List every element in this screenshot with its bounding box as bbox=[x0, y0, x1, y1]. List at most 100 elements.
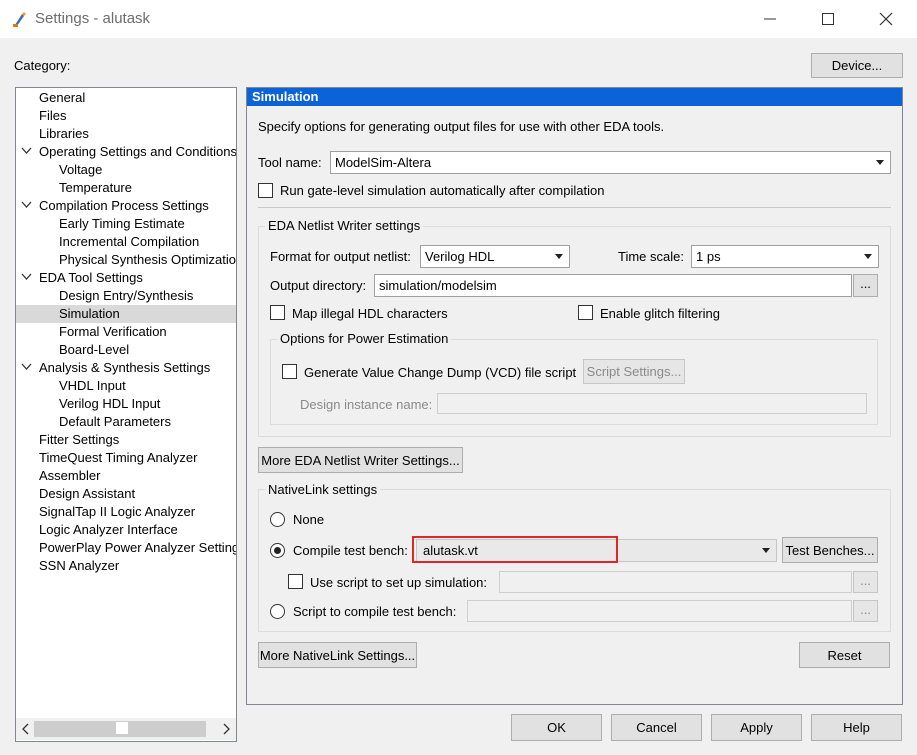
format-select[interactable]: Verilog HDL bbox=[420, 245, 570, 268]
tree-item[interactable]: Files bbox=[16, 107, 236, 125]
tree-item-label: Logic Analyzer Interface bbox=[39, 522, 178, 537]
tree-item-label: SSN Analyzer bbox=[39, 558, 120, 573]
tree-item[interactable]: Voltage bbox=[16, 161, 236, 179]
chevron-down-icon[interactable] bbox=[21, 147, 32, 155]
more-netlist-settings-button[interactable]: More EDA Netlist Writer Settings... bbox=[258, 447, 463, 473]
tree-item[interactable]: Design Assistant bbox=[16, 485, 236, 503]
script-settings-button[interactable]: Script Settings... bbox=[583, 359, 685, 384]
power-group-title: Options for Power Estimation bbox=[277, 331, 452, 346]
map-illegal-checkbox[interactable] bbox=[270, 305, 285, 320]
output-dir-input[interactable]: simulation/modelsim bbox=[374, 274, 852, 297]
chevron-down-icon[interactable] bbox=[21, 273, 32, 281]
output-dir-label: Output directory: bbox=[270, 278, 367, 293]
tree-item[interactable]: TimeQuest Timing Analyzer bbox=[16, 449, 236, 467]
tree-item-label: General bbox=[39, 90, 86, 105]
tree-item-label: Verilog HDL Input bbox=[59, 396, 161, 411]
chevron-down-icon[interactable] bbox=[21, 201, 32, 209]
script-compile-browse-button[interactable]: ... bbox=[853, 600, 878, 622]
tree-horizontal-scrollbar[interactable] bbox=[16, 718, 236, 740]
tree-item-label: Design Assistant bbox=[39, 486, 136, 501]
tree-item[interactable]: Board-Level bbox=[16, 341, 236, 359]
tree-item[interactable]: SSN Analyzer bbox=[16, 557, 236, 575]
chevron-down-icon bbox=[864, 253, 872, 259]
tree-item-label: Temperature bbox=[59, 180, 132, 195]
tree-item-label: VHDL Input bbox=[59, 378, 126, 393]
tree-item[interactable]: Logic Analyzer Interface bbox=[16, 521, 236, 539]
tree-item[interactable]: Libraries bbox=[16, 125, 236, 143]
tree-item-label: Voltage bbox=[59, 162, 103, 177]
test-benches-button[interactable]: Test Benches... bbox=[782, 537, 878, 563]
vcd-checkbox[interactable] bbox=[282, 364, 297, 379]
tree-item[interactable]: Verilog HDL Input bbox=[16, 395, 236, 413]
format-label: Format for output netlist: bbox=[270, 249, 411, 264]
tree-item[interactable]: Analysis & Synthesis Settings bbox=[16, 359, 236, 377]
glitch-label: Enable glitch filtering bbox=[600, 306, 720, 321]
map-illegal-label: Map illegal HDL characters bbox=[292, 306, 448, 321]
design-instance-label: Design instance name: bbox=[300, 397, 433, 412]
minimize-icon bbox=[764, 18, 776, 20]
scroll-right-icon[interactable] bbox=[222, 723, 230, 735]
tree-item-label: Early Timing Estimate bbox=[59, 216, 185, 231]
chevron-down-icon[interactable] bbox=[21, 363, 32, 371]
timescale-label: Time scale: bbox=[618, 249, 684, 264]
none-radio[interactable] bbox=[270, 512, 285, 527]
more-nativelink-settings-button[interactable]: More NativeLink Settings... bbox=[258, 642, 417, 668]
use-script-browse-button[interactable]: ... bbox=[853, 571, 878, 593]
help-button[interactable]: Help bbox=[811, 714, 902, 741]
scroll-left-icon[interactable] bbox=[22, 723, 30, 735]
tree-item[interactable]: Simulation bbox=[16, 305, 236, 323]
tree-item-label: Fitter Settings bbox=[39, 432, 120, 447]
script-compile-radio[interactable] bbox=[270, 604, 285, 619]
gate-level-checkbox[interactable] bbox=[258, 183, 273, 198]
tree-item[interactable]: Formal Verification bbox=[16, 323, 236, 341]
tree-item[interactable]: Physical Synthesis Optimization bbox=[16, 251, 236, 269]
panel-description: Specify options for generating output fi… bbox=[258, 119, 665, 134]
tree-item-label: SignalTap II Logic Analyzer bbox=[39, 504, 196, 519]
device-button[interactable]: Device... bbox=[811, 53, 903, 78]
tree-item[interactable]: Early Timing Estimate bbox=[16, 215, 236, 233]
gate-level-label: Run gate-level simulation automatically … bbox=[280, 183, 605, 198]
tree-item[interactable]: Operating Settings and Conditions bbox=[16, 143, 237, 161]
tree-item-label: Default Parameters bbox=[59, 414, 171, 429]
tree-item[interactable]: Temperature bbox=[16, 179, 236, 197]
tree-item-label: Design Entry/Synthesis bbox=[59, 288, 194, 303]
tree-item-label: TimeQuest Timing Analyzer bbox=[39, 450, 198, 465]
cancel-button[interactable]: Cancel bbox=[611, 714, 702, 741]
design-instance-input[interactable] bbox=[437, 393, 867, 414]
tree-item-label: Operating Settings and Conditions bbox=[39, 144, 237, 159]
vcd-label: Generate Value Change Dump (VCD) file sc… bbox=[304, 365, 577, 380]
use-script-input[interactable] bbox=[499, 571, 852, 593]
tree-item[interactable]: General bbox=[16, 89, 236, 107]
tree-item[interactable]: EDA Tool Settings bbox=[16, 269, 236, 287]
separator bbox=[258, 207, 891, 208]
compile-test-bench-radio[interactable] bbox=[270, 543, 285, 558]
tree-item[interactable]: PowerPlay Power Analyzer Settings bbox=[16, 539, 236, 557]
tool-name-select[interactable]: ModelSim-Altera bbox=[330, 151, 891, 174]
apply-button[interactable]: Apply bbox=[711, 714, 802, 741]
reset-button[interactable]: Reset bbox=[799, 642, 890, 668]
tree-item[interactable]: Design Entry/Synthesis bbox=[16, 287, 236, 305]
tree-item[interactable]: VHDL Input bbox=[16, 377, 236, 395]
tree-item[interactable]: Compilation Process Settings bbox=[16, 197, 236, 215]
tree-item[interactable]: Fitter Settings bbox=[16, 431, 236, 449]
tree-item[interactable]: Assembler bbox=[16, 467, 236, 485]
tree-item[interactable]: SignalTap II Logic Analyzer bbox=[16, 503, 236, 521]
ok-button[interactable]: OK bbox=[511, 714, 602, 741]
close-button[interactable] bbox=[857, 0, 915, 38]
maximize-button[interactable] bbox=[799, 0, 857, 38]
glitch-checkbox[interactable] bbox=[578, 305, 593, 320]
window-title: Settings - alutask bbox=[35, 10, 151, 27]
minimize-button[interactable] bbox=[741, 0, 799, 38]
script-compile-label: Script to compile test bench: bbox=[293, 604, 457, 619]
script-compile-input[interactable] bbox=[467, 600, 852, 622]
tree-item[interactable]: Default Parameters bbox=[16, 413, 236, 431]
tree-item[interactable]: Incremental Compilation bbox=[16, 233, 236, 251]
timescale-select[interactable]: 1 ps bbox=[691, 245, 879, 268]
output-dir-browse-button[interactable]: ... bbox=[853, 274, 878, 297]
app-icon bbox=[12, 10, 28, 28]
category-tree[interactable]: General Files Libraries Operating Settings … bbox=[15, 87, 237, 742]
netlist-group-title: EDA Netlist Writer settings bbox=[265, 218, 424, 233]
use-script-checkbox[interactable] bbox=[288, 574, 303, 589]
tree-item-label: Compilation Process Settings bbox=[39, 198, 209, 213]
tree-item-label: Board-Level bbox=[59, 342, 130, 357]
